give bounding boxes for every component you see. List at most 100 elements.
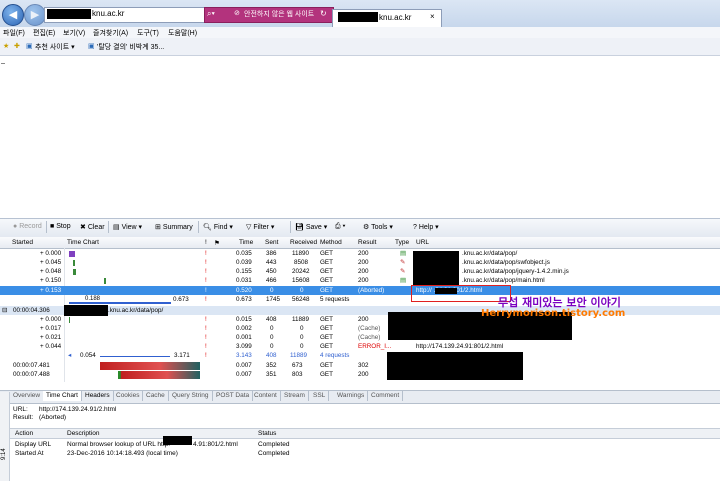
filter-button[interactable]: ▽ Filter ▾ bbox=[246, 223, 274, 231]
address-host: knu.ac.kr bbox=[92, 9, 125, 18]
page-cursor bbox=[1, 63, 5, 64]
collapse-icon[interactable]: ⊟ bbox=[2, 307, 7, 314]
view-button[interactable]: ▤ View ▾ bbox=[113, 223, 142, 231]
menu-help[interactable]: 도움말(H) bbox=[168, 28, 197, 38]
print-button[interactable]: ⎙ ▾ bbox=[335, 223, 346, 231]
timing-bar bbox=[69, 317, 70, 323]
action-status: Completed bbox=[258, 450, 290, 457]
separator bbox=[46, 221, 47, 233]
tab-content[interactable]: Content bbox=[251, 391, 281, 401]
col-result[interactable]: Result bbox=[358, 239, 376, 246]
separator bbox=[290, 221, 291, 233]
help-button[interactable]: ? Help ▾ bbox=[413, 223, 439, 231]
security-warning-text: 안전하지 않은 웹 사이트 bbox=[244, 11, 315, 18]
timing-bar bbox=[69, 251, 75, 257]
tab-post-data[interactable]: POST Data bbox=[213, 391, 254, 401]
url-label: URL: bbox=[13, 406, 28, 413]
page-icon: ▣ bbox=[26, 43, 33, 50]
tab-warnings[interactable]: Warnings bbox=[334, 391, 369, 401]
action-description: 23-Dec-2016 10:14:18.493 (local time) bbox=[67, 450, 178, 457]
detail-col-status: Status bbox=[258, 430, 277, 437]
favorites-star-icon[interactable]: ★ bbox=[3, 42, 9, 50]
tab-overview[interactable]: Overview bbox=[10, 391, 45, 401]
watermark-url: Herrymorison.tistory.com bbox=[481, 308, 626, 319]
search-icon[interactable]: ⌕▾ bbox=[207, 9, 215, 19]
tools-button[interactable]: ⚙ Tools ▾ bbox=[363, 223, 393, 231]
col-sent[interactable]: Sent bbox=[265, 239, 278, 246]
timing-bar bbox=[118, 371, 200, 379]
tab-title: knu.ac.kr bbox=[379, 13, 412, 22]
session-row[interactable]: + 0.045 ! 0.039 443 8508 GET 200 ✎ .knu.… bbox=[0, 259, 720, 267]
col-flag[interactable]: ! bbox=[205, 239, 207, 246]
menu-edit[interactable]: 편집(E) bbox=[33, 28, 55, 38]
back-button[interactable]: ◀ bbox=[2, 4, 24, 26]
stop-button[interactable]: ■ Stop bbox=[50, 223, 71, 230]
script-icon: ✎ bbox=[400, 268, 406, 275]
col-type[interactable]: Type bbox=[395, 239, 409, 246]
col-time-chart[interactable]: Time Chart bbox=[67, 239, 99, 246]
separator bbox=[198, 221, 199, 233]
tab-cache[interactable]: Cache bbox=[143, 391, 169, 401]
session-row[interactable]: + 0.017 ! 0.002 0 0 GET (Cache) bbox=[0, 325, 720, 333]
refresh-icon[interactable]: ↻ bbox=[320, 9, 327, 18]
save-button[interactable]: 💾︎ Save ▾ bbox=[295, 223, 327, 231]
result-value: (Aborted) bbox=[39, 414, 67, 421]
timeline-range bbox=[100, 356, 170, 357]
menu-view[interactable]: 보기(V) bbox=[63, 28, 85, 38]
menu-file[interactable]: 파일(F) bbox=[3, 28, 25, 38]
summary-row: ◂ 0.054 3.171 ! 3.143 408 11889 4 reques… bbox=[68, 352, 350, 359]
suggested-sites[interactable]: 추천 사이트 ▾ bbox=[35, 42, 75, 52]
summary-button[interactable]: ⊞ Summary bbox=[155, 223, 193, 231]
session-row[interactable]: + 0.150 ! 0.031 466 15608 GET 200 ▤ .knu… bbox=[0, 277, 720, 285]
flag-icon: ⚑ bbox=[214, 240, 220, 247]
col-received[interactable]: Received bbox=[290, 239, 317, 246]
close-tab-icon[interactable]: × bbox=[430, 12, 435, 21]
redaction bbox=[47, 9, 91, 19]
tab-query-string[interactable]: Query String bbox=[169, 391, 213, 401]
menu-favorites[interactable]: 즐겨찾기(A) bbox=[93, 28, 128, 38]
timing-bar bbox=[100, 362, 200, 370]
html-icon: ▤ bbox=[400, 277, 406, 284]
forward-button[interactable]: ▶ bbox=[24, 4, 46, 26]
detail-table-header bbox=[10, 428, 720, 439]
side-label: 9:14 bbox=[1, 448, 7, 460]
tab-time-chart[interactable]: Time Chart bbox=[43, 391, 82, 401]
session-row[interactable]: + 0.021 ! 0.001 0 0 GET (Cache) bbox=[0, 334, 720, 342]
find-button[interactable]: 🔍︎ Find ▾ bbox=[203, 223, 233, 231]
separator bbox=[108, 221, 109, 233]
col-method[interactable]: Method bbox=[320, 239, 342, 246]
redaction bbox=[338, 12, 378, 22]
session-row[interactable]: + 0.000 ! 0.035 386 11890 GET 200 ▤ .knu… bbox=[0, 250, 720, 258]
session-row[interactable]: 00:00:07.481 0.007 352 673 GET 302 bbox=[0, 362, 720, 370]
add-favorite-icon[interactable]: ✚ bbox=[14, 42, 20, 50]
timing-bar bbox=[104, 278, 106, 284]
timing-bar bbox=[73, 269, 76, 275]
menu-tools[interactable]: 도구(T) bbox=[137, 28, 159, 38]
tab-comment[interactable]: Comment bbox=[368, 391, 404, 401]
favorite-news-link[interactable]: '탈당 결의' 비박계 35... bbox=[97, 42, 164, 52]
tab-ssl[interactable]: SSL bbox=[310, 391, 330, 401]
action-name: Display URL bbox=[15, 441, 52, 448]
col-url[interactable]: URL bbox=[416, 239, 429, 246]
timeline-range bbox=[69, 302, 171, 304]
tab-cookies[interactable]: Cookies bbox=[113, 391, 144, 401]
html-icon: ▤ bbox=[400, 250, 406, 257]
side-gutter bbox=[0, 392, 10, 481]
url-value: http://174.139.24.91/2.html bbox=[39, 406, 117, 413]
tab-headers[interactable]: Headers bbox=[82, 391, 114, 401]
col-started[interactable]: Started bbox=[12, 239, 33, 246]
redaction bbox=[163, 436, 192, 445]
session-row[interactable]: + 0.048 ! 0.155 450 20242 GET 200 ✎ .knu… bbox=[0, 268, 720, 276]
record-button[interactable]: ● Record bbox=[13, 223, 42, 230]
session-row[interactable]: + 0.044 ! 3.099 0 0 GET ERROR_I... http:… bbox=[0, 343, 720, 351]
result-label: Result: bbox=[13, 414, 34, 421]
action-description: Normal browser lookup of URL http: bbox=[67, 441, 171, 448]
redaction bbox=[387, 352, 523, 380]
session-row[interactable]: 00:00:07.488 0.007 351 803 GET 200 bbox=[0, 371, 720, 379]
redaction bbox=[413, 251, 459, 285]
page-icon: ▣ bbox=[88, 43, 95, 50]
col-time[interactable]: Time bbox=[239, 239, 253, 246]
clear-button[interactable]: ✖ Clear bbox=[80, 223, 105, 231]
warning-icon: ⊘ bbox=[234, 10, 240, 17]
tab-stream[interactable]: Stream bbox=[281, 391, 309, 401]
